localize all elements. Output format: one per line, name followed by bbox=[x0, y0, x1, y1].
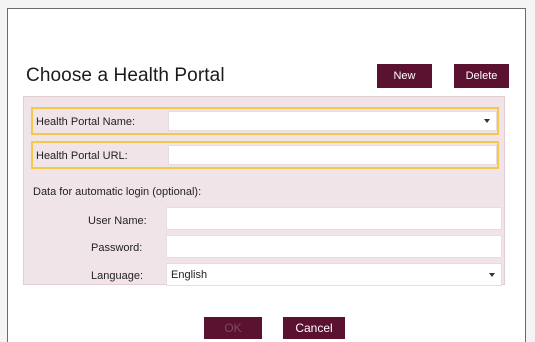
portal-form-panel: Health Portal Name: Health Portal URL: D… bbox=[23, 96, 505, 286]
dialog-title: Choose a Health Portal bbox=[26, 65, 225, 86]
delete-button[interactable]: Delete bbox=[454, 64, 509, 88]
password-label: Password: bbox=[91, 242, 143, 254]
portal-name-row: Health Portal Name: bbox=[31, 107, 499, 135]
language-select[interactable]: English bbox=[166, 263, 502, 286]
chevron-down-icon[interactable] bbox=[489, 272, 495, 277]
ok-button[interactable]: OK bbox=[204, 317, 262, 339]
portal-name-select[interactable] bbox=[168, 111, 497, 131]
chevron-down-icon[interactable] bbox=[484, 119, 490, 123]
optional-login-label: Data for automatic login (optional): bbox=[33, 186, 202, 198]
language-label: Language: bbox=[91, 270, 143, 282]
portal-url-row: Health Portal URL: bbox=[31, 141, 499, 169]
username-input[interactable] bbox=[166, 207, 502, 230]
new-button[interactable]: New bbox=[377, 64, 432, 88]
password-input[interactable] bbox=[166, 235, 502, 258]
language-value: English bbox=[171, 268, 208, 281]
username-label: User Name: bbox=[88, 215, 147, 227]
cancel-button[interactable]: Cancel bbox=[283, 317, 345, 339]
portal-url-label: Health Portal URL: bbox=[36, 150, 128, 162]
portal-name-label: Health Portal Name: bbox=[36, 116, 136, 128]
portal-url-input[interactable] bbox=[168, 145, 497, 165]
